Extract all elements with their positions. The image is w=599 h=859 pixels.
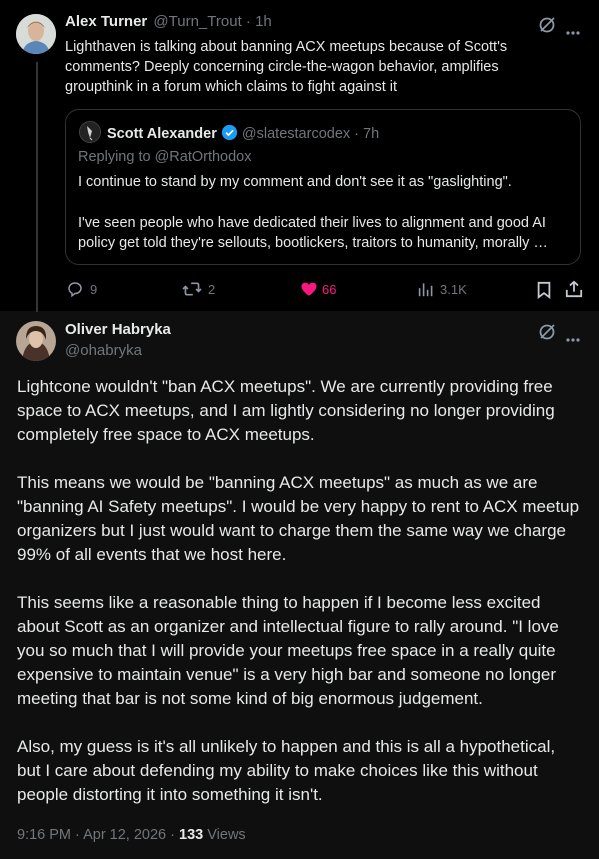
reply-button[interactable]: 9 <box>66 280 97 298</box>
share-icon[interactable] <box>565 280 583 303</box>
views-icon <box>418 283 433 297</box>
repost-icon <box>182 282 202 296</box>
post-timestamp[interactable]: 9:16 PM · Apr 12, 2026 · <box>17 827 175 843</box>
reply-paragraph-3: This seems like a reasonable thing to ha… <box>17 593 559 708</box>
views-label: Views <box>207 827 246 843</box>
post-time[interactable]: · 1h <box>246 13 272 30</box>
quoted-text-line-3: policy get told they're sellouts, bootli… <box>78 235 548 251</box>
reply-count: 9 <box>90 281 98 297</box>
views-count: 3.1K <box>440 281 467 297</box>
reply-paragraph-1: Lightcone wouldn't "ban ACX meetups". We… <box>17 377 555 444</box>
reply-paragraph-2: This means we would be "banning ACX meet… <box>17 473 580 564</box>
views-button[interactable]: 3.1K <box>418 280 467 298</box>
avatar-scott-alexander <box>79 121 101 143</box>
more-options-icon[interactable] <box>566 22 580 40</box>
heart-icon <box>301 282 317 296</box>
avatar-oliver-habryka[interactable] <box>16 321 56 361</box>
like-button[interactable]: 66 <box>300 280 336 298</box>
quoted-author-name: Scott Alexander <box>107 126 217 142</box>
reply-author-handle[interactable]: @ohabryka <box>65 342 142 359</box>
bookmark-icon[interactable] <box>536 281 552 304</box>
reply-author-name[interactable]: Oliver Habryka <box>65 321 171 338</box>
quoted-post-time: · 7h <box>354 126 380 142</box>
replying-to: Replying to @RatOrthodox <box>78 149 252 165</box>
verified-badge-icon <box>221 124 238 145</box>
author-name[interactable]: Alex Turner <box>65 13 147 30</box>
grok-icon[interactable] <box>537 322 557 347</box>
quoted-text-line-2: I've seen people who have dedicated thei… <box>78 215 546 231</box>
view-count: 133 <box>179 827 204 843</box>
quoted-author-handle: @slatestarcodex <box>241 126 351 142</box>
reply-icon <box>68 282 82 298</box>
tweet-text: Lighthaven is talking about banning ACX … <box>65 39 508 95</box>
quoted-text-line-1: I continue to stand by my comment and do… <box>78 174 512 190</box>
more-options-icon[interactable] <box>566 329 580 347</box>
quoted-tweet-card[interactable]: Scott Alexander @slatestarcodex · 7h Rep… <box>65 109 581 265</box>
repost-count: 2 <box>208 281 216 297</box>
author-handle[interactable]: @Turn_Trout <box>153 13 241 30</box>
like-count: 66 <box>322 281 337 297</box>
reply-paragraph-4: Also, my guess is it's all unlikely to h… <box>17 737 556 804</box>
avatar-alex-turner[interactable] <box>16 14 56 54</box>
thread-connector-line <box>36 62 38 312</box>
repost-button[interactable]: 2 <box>182 280 215 298</box>
